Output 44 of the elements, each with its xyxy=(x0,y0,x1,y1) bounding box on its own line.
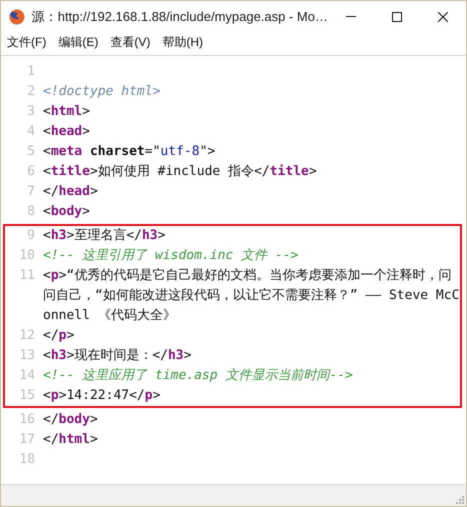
code-line: <h3>至理名言</h3> xyxy=(43,227,166,245)
line-number: 16 xyxy=(18,411,35,429)
maximize-icon xyxy=(392,12,402,22)
code-line: <head> xyxy=(43,123,90,141)
code-line: </p> xyxy=(43,327,74,345)
line-number: 1 xyxy=(26,63,35,81)
code-line: <body> xyxy=(43,203,90,221)
code-line: <meta charset="utf-8"> xyxy=(43,143,216,161)
line-number: 8 xyxy=(26,203,35,221)
code-line: <!doctype html> xyxy=(43,83,160,101)
close-icon xyxy=(438,12,448,22)
line-number: 4 xyxy=(26,123,35,141)
code-line: <!-- 这里应用了 time.asp 文件显示当前时间--> xyxy=(43,367,353,385)
code-line: </head> xyxy=(43,183,98,201)
line-number: 14 xyxy=(18,367,35,385)
code-line: </body> xyxy=(43,411,98,429)
menu-item[interactable]: 查看(V) xyxy=(110,33,150,51)
menu-item[interactable]: 帮助(H) xyxy=(162,33,203,51)
line-number: 9 xyxy=(26,227,35,245)
menu-item[interactable]: 编辑(E) xyxy=(58,33,98,51)
code-line: <p>14:22:47</p> xyxy=(43,387,160,405)
code-line: <title>如何使用 #include 指令</title> xyxy=(43,163,317,181)
browser-logo-icon xyxy=(9,8,25,24)
line-number: 17 xyxy=(18,431,35,449)
line-number: 11 xyxy=(18,267,35,285)
code-line: <html> xyxy=(43,103,90,121)
code-line: <p>“优秀的代码是它自己最好的文档。当你考虑要添加一个注释时，问问自己，“如何能改进这段代码，以让它不需要注释？” —— Steve McConnell 《代码大全》 xyxy=(43,267,460,325)
menu-item[interactable]: 文件(F) xyxy=(7,33,46,51)
line-number: 6 xyxy=(26,163,35,181)
line-number: 10 xyxy=(18,247,35,265)
line-number: 2 xyxy=(26,83,35,101)
code-line: <!-- 这里引用了 wisdom.inc 文件 --> xyxy=(43,247,298,265)
line-number: 13 xyxy=(18,347,35,365)
line-number: 5 xyxy=(26,143,35,161)
line-number: 18 xyxy=(18,451,35,469)
code-line: <h3>现在时间是：</h3> xyxy=(43,347,192,365)
line-number: 7 xyxy=(26,183,35,201)
line-number: 12 xyxy=(18,327,35,345)
window-title: 源：http://192.168.1.88/include/mypage.asp - Mo… xyxy=(32,8,328,26)
minimize-icon xyxy=(346,16,356,17)
line-number: 15 xyxy=(18,387,35,405)
line-number: 3 xyxy=(26,103,35,121)
resize-grip-icon xyxy=(456,496,464,504)
code-line: </html> xyxy=(43,431,98,449)
